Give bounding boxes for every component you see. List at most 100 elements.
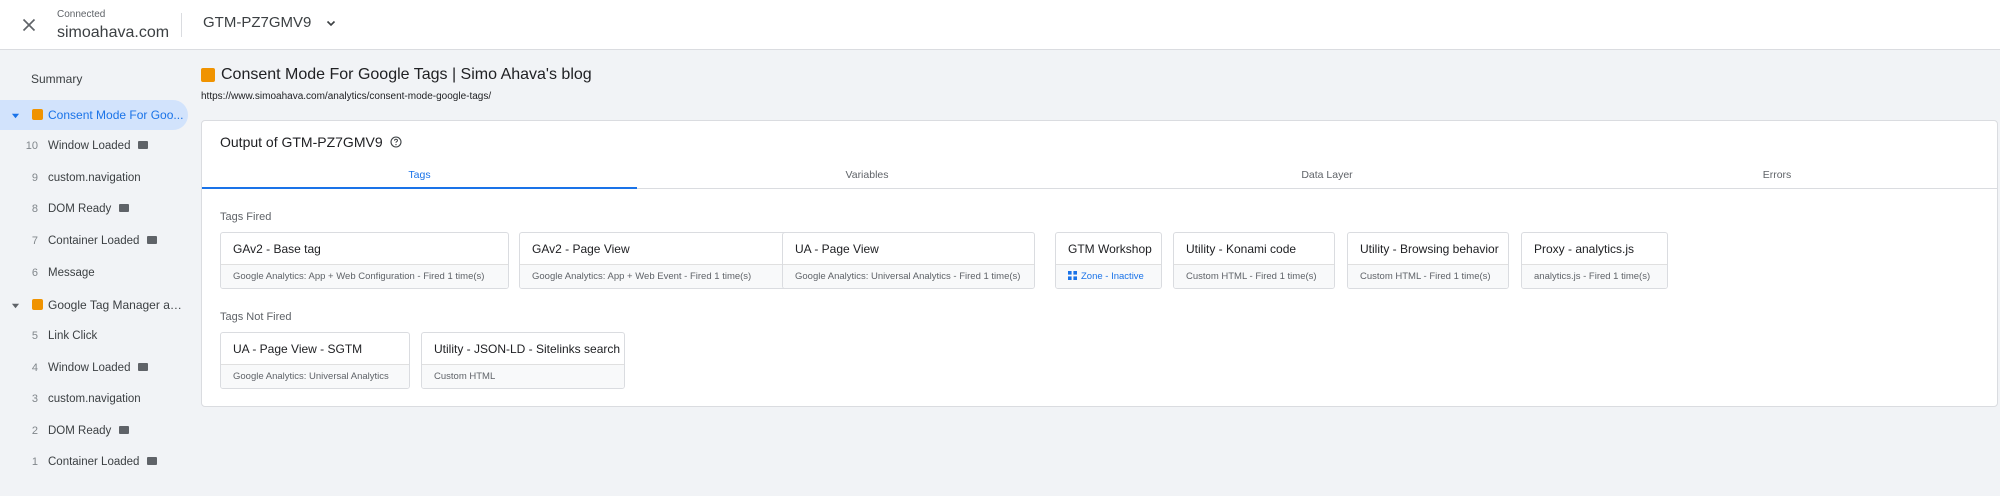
tag-card[interactable]: Utility - Konami code Custom HTML - Fire…: [1173, 232, 1335, 289]
tag-footer: Zone - Inactive: [1056, 264, 1161, 288]
event-label: Container Loaded: [48, 235, 158, 247]
tag-card[interactable]: UA - Page View - SGTM Google Analytics: …: [220, 332, 410, 389]
tag-desc: Google Analytics: Universal Analytics: [233, 371, 389, 382]
event-item[interactable]: 4 Window Loaded: [0, 353, 188, 383]
tag-desc: analytics.js - Fired 1 time(s): [1534, 271, 1651, 282]
event-number: 1: [31, 456, 38, 468]
tag-name: GAv2 - Base tag: [233, 242, 321, 256]
output-header: Output of GTM-PZ7GMV9: [220, 134, 402, 150]
event-item[interactable]: 3 custom.navigation: [0, 384, 188, 414]
event-number: 7: [31, 235, 38, 247]
event-label: Container Loaded: [48, 456, 158, 468]
event-number: 5: [31, 330, 38, 342]
tag-card[interactable]: Proxy - analytics.js analytics.js - Fire…: [1521, 232, 1668, 289]
tag-footer: Custom HTML: [422, 364, 624, 388]
page-icon: [32, 299, 43, 310]
datalayer-icon: [138, 362, 149, 371]
summary-link[interactable]: Summary: [31, 72, 82, 86]
tag-card[interactable]: GTM Workshop Zone - Inactive: [1055, 232, 1162, 289]
datalayer-icon: [119, 425, 130, 434]
page-url: https://www.simoahava.com/analytics/cons…: [201, 91, 492, 102]
tag-footer: Google Analytics: App + Web Event - Fire…: [520, 264, 807, 288]
zone-icon: [1068, 271, 1077, 280]
tag-footer: Google Analytics: Universal Analytics: [221, 364, 409, 388]
datalayer-icon: [147, 235, 158, 244]
caret-down-icon[interactable]: [11, 111, 20, 120]
help-icon[interactable]: [390, 136, 402, 148]
tag-name: UA - Page View: [795, 242, 879, 256]
output-title: Output of GTM-PZ7GMV9: [220, 134, 383, 150]
event-item[interactable]: 7 Container Loaded: [0, 226, 188, 256]
event-label: Message: [48, 267, 95, 279]
tab-tags[interactable]: Tags: [202, 161, 637, 189]
tag-footer: Google Analytics: Universal Analytics - …: [783, 264, 1034, 288]
page-item-gtm[interactable]: Google Tag Manager an...: [0, 290, 188, 320]
tag-name: Utility - Konami code: [1186, 242, 1297, 256]
caret-down-icon[interactable]: [11, 301, 20, 310]
page-label: Consent Mode For Goo...: [48, 108, 184, 122]
tag-desc: Google Analytics: Universal Analytics - …: [795, 271, 1021, 282]
tag-name: GAv2 - Page View: [532, 242, 630, 256]
tags-not-fired-heading: Tags Not Fired: [220, 311, 292, 323]
event-label: DOM Ready: [48, 203, 130, 215]
tag-desc: Custom HTML: [434, 371, 496, 382]
event-label: DOM Ready: [48, 425, 130, 437]
datalayer-icon: [147, 456, 158, 465]
tab-variables[interactable]: Variables: [637, 161, 1097, 189]
event-item[interactable]: 2 DOM Ready: [0, 416, 188, 446]
tag-desc: Google Analytics: App + Web Event - Fire…: [532, 271, 752, 282]
tag-desc: Custom HTML - Fired 1 time(s): [1360, 271, 1491, 282]
event-number: 4: [31, 362, 38, 374]
page-icon: [32, 109, 43, 120]
tag-card[interactable]: Utility - JSON-LD - Sitelinks search Cus…: [421, 332, 625, 389]
page-icon: [201, 68, 215, 82]
tag-card[interactable]: UA - Page View Google Analytics: Univers…: [782, 232, 1035, 289]
chevron-down-icon: [327, 20, 336, 26]
top-bar: Connected simoahava.com GTM-PZ7GMV9: [0, 0, 2000, 50]
tag-card[interactable]: GAv2 - Page View Google Analytics: App +…: [519, 232, 808, 289]
output-card: Output of GTM-PZ7GMV9 Tags Variables Dat…: [201, 120, 1998, 407]
tag-desc: Custom HTML - Fired 1 time(s): [1186, 271, 1317, 282]
event-number: 10: [25, 140, 38, 152]
tab-errors[interactable]: Errors: [1557, 161, 1997, 189]
tag-card[interactable]: Utility - Browsing behavior Custom HTML …: [1347, 232, 1509, 289]
tab-data-layer[interactable]: Data Layer: [1097, 161, 1557, 189]
tag-name: Utility - Browsing behavior: [1360, 242, 1499, 256]
connection-status: Connected: [57, 9, 106, 20]
tag-name: Utility - JSON-LD - Sitelinks search: [434, 342, 621, 356]
header-divider: [181, 13, 182, 37]
close-icon[interactable]: [18, 14, 40, 36]
tag-footer: Google Analytics: App + Web Configuratio…: [221, 264, 508, 288]
connection-info: Connected simoahava.com: [57, 9, 169, 43]
container-id: GTM-PZ7GMV9: [203, 14, 312, 31]
event-item[interactable]: 8 DOM Ready: [0, 194, 188, 224]
datalayer-icon: [119, 203, 130, 212]
event-number: 2: [31, 425, 38, 437]
event-label: Window Loaded: [48, 140, 149, 152]
event-label: Link Click: [48, 330, 98, 342]
page-title: Consent Mode For Google Tags | Simo Ahav…: [201, 66, 592, 84]
event-number: 9: [31, 172, 38, 184]
tag-footer: Custom HTML - Fired 1 time(s): [1348, 264, 1508, 288]
event-item[interactable]: 10 Window Loaded: [0, 131, 188, 161]
event-item[interactable]: 5 Link Click: [0, 321, 188, 351]
event-label: custom.navigation: [48, 172, 141, 184]
container-selector[interactable]: GTM-PZ7GMV9: [203, 14, 337, 31]
event-item[interactable]: 6 Message: [0, 258, 188, 288]
tag-footer: analytics.js - Fired 1 time(s): [1522, 264, 1667, 288]
page-title-text: Consent Mode For Google Tags | Simo Ahav…: [221, 66, 592, 83]
zone-status: Zone - Inactive: [1068, 271, 1144, 282]
tag-desc: Google Analytics: App + Web Configuratio…: [233, 271, 485, 282]
page-item-consent-mode[interactable]: Consent Mode For Goo...: [0, 100, 188, 130]
event-number: 8: [31, 203, 38, 215]
tag-name: UA - Page View - SGTM: [233, 342, 363, 356]
tag-card[interactable]: GAv2 - Base tag Google Analytics: App + …: [220, 232, 509, 289]
tags-fired-heading: Tags Fired: [220, 211, 272, 223]
output-tabs: Tags Variables Data Layer Errors: [202, 161, 1997, 189]
event-label: custom.navigation: [48, 393, 141, 405]
datalayer-icon: [138, 140, 149, 149]
tag-footer: Custom HTML - Fired 1 time(s): [1174, 264, 1334, 288]
event-item[interactable]: 1 Container Loaded: [0, 447, 188, 477]
event-item[interactable]: 9 custom.navigation: [0, 163, 188, 193]
connected-site: simoahava.com: [57, 24, 170, 41]
